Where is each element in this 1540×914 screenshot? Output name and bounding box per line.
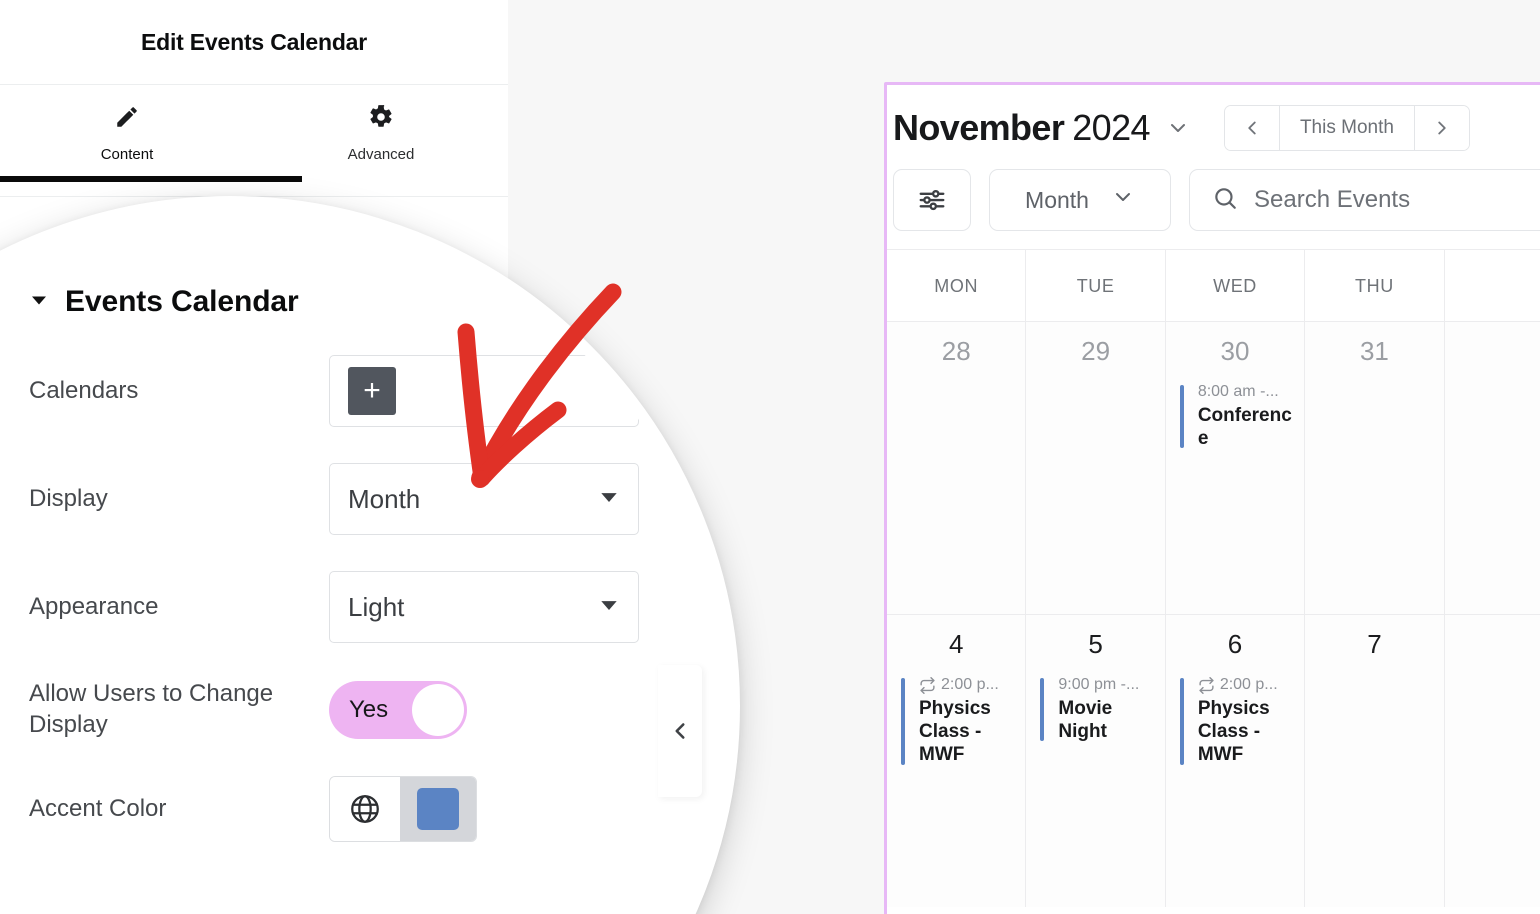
caret-down-icon (29, 290, 49, 315)
tab-advanced[interactable]: Advanced (254, 85, 508, 182)
globe-icon[interactable] (330, 777, 400, 842)
day-number: 6 (1227, 629, 1243, 659)
calendar-day-cell[interactable]: 29 (1026, 322, 1166, 614)
chevron-down-icon (1111, 185, 1135, 215)
calendar-day-cell[interactable]: 4 2:00 p... Physics Class - MWF (887, 615, 1027, 907)
calendar-event[interactable]: 8:00 am -... Conference (1179, 383, 1292, 450)
day-number: 28 (941, 336, 971, 366)
calendar-week-row: 4 2:00 p... Physics Class - MWF 5 9:00 pm -.… (887, 614, 1540, 907)
calendar-day-cell[interactable] (1444, 322, 1540, 614)
tab-advanced-label: Advanced (347, 146, 415, 163)
calendar-event[interactable]: 2:00 p... Physics Class - MWF (1179, 676, 1292, 767)
page-title: Edit Events Calendar (140, 28, 368, 55)
allow-change-display-toggle[interactable]: Yes (329, 680, 467, 739)
search-placeholder: Search Events (1254, 186, 1411, 213)
repeat-icon (1199, 676, 1214, 694)
next-month-button[interactable] (1414, 106, 1469, 150)
calendar-header: November 2024 This Month (887, 85, 1540, 157)
weekday-header: MON (887, 250, 1027, 321)
day-number: 30 (1220, 336, 1250, 366)
calendar-day-cell[interactable]: 30 8:00 am -... Conference (1165, 322, 1306, 614)
this-month-button[interactable]: This Month (1278, 106, 1415, 150)
event-title: Movie Night (1058, 698, 1113, 743)
calendar-day-cell[interactable]: 31 (1305, 322, 1445, 614)
chevron-down-icon[interactable] (1166, 116, 1190, 140)
pencil-icon (114, 104, 140, 135)
weekday-header (1445, 250, 1540, 321)
calendar-day-cell[interactable]: 5 9:00 pm -... Movie Night (1026, 615, 1166, 907)
events-calendar-preview: November 2024 This Month Month Search Ev… (884, 82, 1540, 914)
day-number: 29 (1081, 336, 1111, 366)
search-input[interactable]: Search Events (1189, 169, 1540, 231)
active-tab-indicator (0, 176, 302, 182)
day-number: 31 (1359, 336, 1389, 366)
event-title: Conference (1197, 405, 1292, 450)
toggle-knob (412, 683, 464, 736)
setting-label: Appearance (29, 592, 159, 620)
calendar-grid: 28 29 30 8:00 am -... Conference 31 4 2:00 p...… (887, 321, 1540, 907)
editor-tabs: Content Advanced (0, 84, 508, 182)
calendar-day-cell[interactable]: 28 (887, 322, 1027, 614)
day-number: 4 (948, 629, 964, 659)
month-nav-group: This Month (1223, 105, 1470, 151)
setting-row-appearance: Appearance Light (11, 571, 729, 643)
day-number: 5 (1088, 629, 1103, 659)
tab-content-label: Content (100, 146, 154, 163)
weekday-header-row: MON TUE WED THU (887, 249, 1540, 321)
setting-label: Display (29, 484, 108, 512)
search-icon (1212, 185, 1238, 216)
calendar-day-cell[interactable]: 7 (1305, 615, 1445, 907)
event-time: 8:00 am -... (1197, 383, 1279, 400)
appearance-select-value: Light (348, 591, 405, 622)
calendar-title: November 2024 (893, 107, 1151, 149)
filter-sliders-icon (919, 189, 945, 211)
toggle-value: Yes (349, 695, 389, 723)
event-time: 2:00 p... (1198, 676, 1292, 694)
section-title: Events Calendar (65, 285, 299, 318)
event-title: Physics Class - MWF (1197, 698, 1270, 766)
weekday-header: TUE (1026, 250, 1166, 321)
accent-color-swatch-wrap[interactable] (400, 777, 476, 842)
red-arrow-annotation (457, 283, 622, 488)
calendar-day-cell[interactable]: 6 2:00 p... Physics Class - MWF (1165, 615, 1306, 907)
event-time: 2:00 p... (919, 676, 1013, 694)
calendar-day-cell[interactable] (1444, 615, 1540, 907)
accent-color-control[interactable] (329, 776, 477, 843)
setting-row-accent-color: Accent Color (11, 776, 729, 843)
filter-sliders-icon-button[interactable] (893, 169, 971, 231)
caret-down-icon (598, 594, 620, 621)
calendar-month: November (893, 107, 1065, 148)
repeat-icon (920, 676, 935, 694)
appearance-select[interactable]: Light (329, 571, 639, 643)
event-title: Physics Class - MWF (919, 698, 991, 766)
chevron-left-icon (675, 723, 685, 739)
calendar-year: 2024 (1072, 107, 1150, 148)
weekday-header: WED (1166, 250, 1306, 321)
setting-label: Calendars (29, 376, 139, 404)
calendar-event[interactable]: 9:00 pm -... Movie Night (1040, 676, 1152, 743)
event-time: 9:00 pm -... (1058, 676, 1140, 693)
plus-icon[interactable]: + (348, 367, 396, 415)
day-number: 7 (1367, 629, 1382, 659)
calendar-event[interactable]: 2:00 p... Physics Class - MWF (901, 676, 1013, 767)
calendar-week-row: 28 29 30 8:00 am -... Conference 31 (887, 321, 1540, 614)
gear-icon (368, 104, 394, 135)
tab-content[interactable]: Content (0, 85, 254, 182)
weekday-header: THU (1305, 250, 1445, 321)
calendar-toolbar: Month Search Events (887, 157, 1540, 249)
accent-color-swatch[interactable] (417, 788, 459, 831)
setting-label: Allow Users to Change Display (29, 680, 274, 738)
view-select-value: Month (1025, 186, 1089, 213)
prev-month-button[interactable] (1224, 106, 1279, 150)
collapse-panel-handle[interactable] (658, 665, 702, 797)
setting-row-allow-change-display: Allow Users to Change Display Yes (11, 679, 729, 740)
setting-label: Accent Color (29, 795, 167, 823)
view-select[interactable]: Month (989, 169, 1171, 231)
